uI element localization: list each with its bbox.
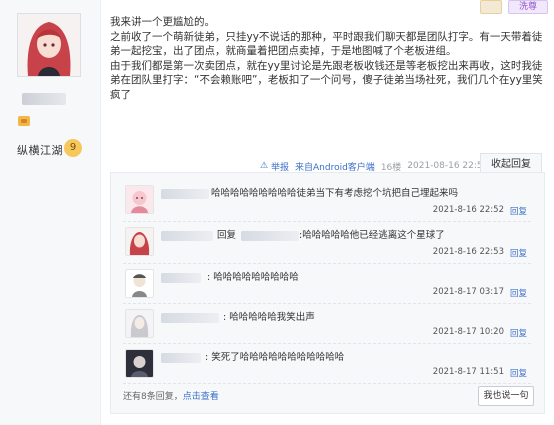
comment-meta: 2021-8-16 22:52 回复 [433, 205, 527, 217]
reply-link[interactable]: 回复 [510, 327, 527, 339]
post-time: 2021-08-16 22:50 [407, 161, 489, 171]
author-avatar[interactable] [17, 13, 81, 77]
comment-meta: 2021-8-17 11:51 回复 [433, 367, 527, 379]
author-sidebar: 纵横江湖 9 [0, 0, 101, 425]
trophy-icon [18, 116, 30, 126]
commenter-name-blurred[interactable] [161, 353, 201, 363]
warning-icon: ⚠ [260, 160, 269, 171]
floor-number: 16楼 [380, 162, 402, 173]
comment-item: : 哈哈哈哈哈我笑出声 2021-8-17 10:20 回复 [123, 305, 531, 344]
honor-tag: 洗尊 [508, 0, 548, 14]
comment-time: 2021-8-17 03:17 [432, 287, 504, 297]
top-badges: 洗尊 [480, 0, 548, 14]
reply-button[interactable]: 我也说一句 [478, 386, 534, 406]
commenter-name-blurred[interactable] [161, 231, 213, 241]
level-label: 纵横江湖 [17, 144, 63, 157]
reply-target-blurred[interactable] [241, 231, 299, 241]
comment-item: : 哈哈哈哈哈哈哈哈哈 2021-8-17 03:17 回复 [123, 265, 531, 304]
collapse-replies-tab[interactable]: 收起回复 [480, 153, 542, 174]
reply-link[interactable]: 回复 [510, 287, 527, 299]
comment-item: : 笑死了哈哈哈哈哈哈哈哈哈哈哈 2021-8-17 11:51 回复 [123, 345, 531, 384]
commenter-avatar[interactable] [125, 349, 154, 378]
comment-text: : 哈哈哈哈哈我笑出声 [223, 312, 315, 323]
author-name-blurred[interactable] [22, 93, 66, 105]
medal-icon [480, 0, 502, 14]
view-more-link[interactable]: 点击查看 [183, 392, 219, 402]
comment-text: :哈哈哈哈哈他已经逃离这个星球了 [299, 230, 445, 241]
more-replies-text: 还有8条回复， [123, 392, 183, 402]
commenter-name-blurred[interactable] [161, 189, 209, 199]
comment-text: 回复 [217, 227, 236, 241]
reply-panel: 哈哈哈哈哈哈哈哈哈徒弟当下有考虑挖个坑把自己埋起来吗 2021-8-16 22:… [110, 172, 545, 414]
comment-time: 2021-8-17 10:20 [432, 327, 504, 337]
post-paragraph: 由于我们都是第一次卖团点，就在yy里讨论是先跟老板收钱还是等老板挖出来再收，这时… [110, 59, 543, 101]
comment-time: 2021-8-17 11:51 [432, 367, 504, 377]
comment-text: 哈哈哈哈哈哈哈哈哈徒弟当下有考虑挖个坑把自己埋起来吗 [211, 188, 459, 199]
client-source[interactable]: 来自Android客户端 [295, 160, 375, 173]
commenter-avatar[interactable] [125, 269, 154, 298]
commenter-avatar[interactable] [125, 185, 154, 214]
report-link[interactable]: ⚠ 举报 [260, 160, 289, 173]
comment-meta: 2021-8-17 03:17 回复 [433, 287, 527, 299]
comment-item: 哈哈哈哈哈哈哈哈哈徒弟当下有考虑挖个坑把自己埋起来吗 2021-8-16 22:… [123, 181, 531, 222]
commenter-avatar[interactable] [125, 309, 154, 338]
post-body: 我来讲一个更尴尬的。 之前收了一个萌新徒弟，只挂yy不说话的那种，平时跟我们聊天… [110, 15, 550, 102]
report-label: 举报 [271, 162, 290, 173]
comment-text: : 哈哈哈哈哈哈哈哈哈 [207, 272, 299, 283]
comment-time: 2021-8-16 22:52 [432, 205, 504, 215]
post-paragraph: 之前收了一个萌新徒弟，只挂yy不说话的那种，平时跟我们聊天都是团队打字。有一天带… [110, 30, 543, 58]
reply-link[interactable]: 回复 [510, 205, 527, 217]
comment-text: : 笑死了哈哈哈哈哈哈哈哈哈哈哈 [205, 352, 345, 363]
commenter-name-blurred[interactable] [161, 313, 219, 323]
comment-item: 回复 :哈哈哈哈哈他已经逃离这个星球了 2021-8-16 22:53 回复 [123, 223, 531, 264]
more-replies: 还有8条回复，点击查看 [123, 389, 219, 402]
commenter-avatar[interactable] [125, 227, 154, 256]
post-content: 洗尊 我来讲一个更尴尬的。 之前收了一个萌新徒弟，只挂yy不说话的那种，平时跟我… [100, 0, 554, 425]
post-paragraph: 我来讲一个更尴尬的。 [110, 16, 215, 28]
commenter-name-blurred[interactable] [161, 273, 201, 283]
reply-link[interactable]: 回复 [510, 247, 527, 259]
reply-link[interactable]: 回复 [510, 367, 527, 379]
comment-time: 2021-8-16 22:53 [432, 247, 504, 257]
level-badge: 9 [64, 139, 82, 157]
comment-meta: 2021-8-17 10:20 回复 [433, 327, 527, 339]
comment-meta: 2021-8-16 22:53 回复 [433, 247, 527, 259]
reply-prefix: 回复 [217, 230, 237, 241]
